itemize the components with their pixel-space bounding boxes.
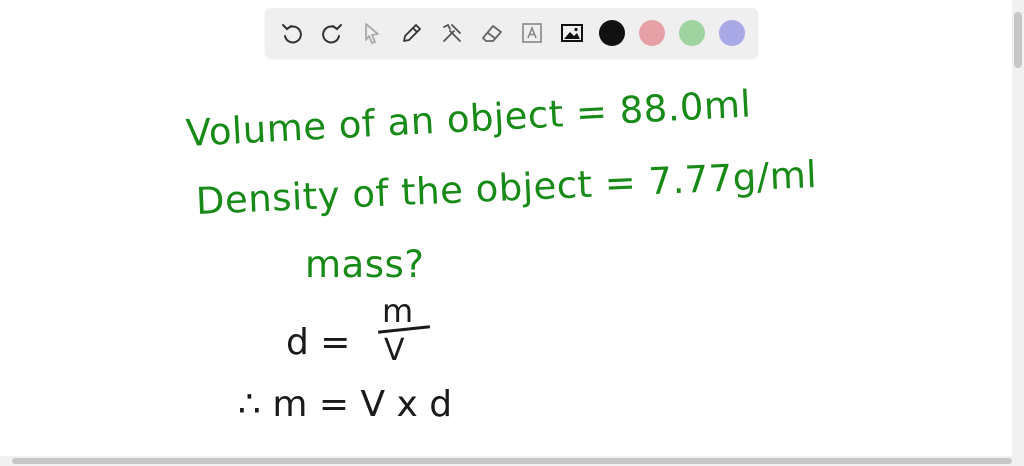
text-icon[interactable] [519, 20, 545, 46]
fraction-denominator: V [384, 333, 405, 368]
select-icon[interactable] [359, 20, 385, 46]
color-swatch-pink[interactable] [639, 20, 665, 46]
vertical-scrollbar[interactable] [1012, 0, 1024, 456]
fraction-numerator: m [382, 292, 414, 330]
pen-icon[interactable] [399, 20, 425, 46]
color-swatch-green[interactable] [679, 20, 705, 46]
color-swatch-black[interactable] [599, 20, 625, 46]
horizontal-scrollbar[interactable] [0, 456, 1024, 466]
horizontal-scroll-thumb[interactable] [12, 458, 1012, 464]
mass-question: mass? [305, 243, 425, 286]
mass-formula: ∴ m = V x d [238, 384, 453, 425]
redo-icon[interactable] [319, 20, 345, 46]
color-swatch-lavender[interactable] [719, 20, 745, 46]
drawing-toolbar [265, 8, 758, 58]
tools-icon[interactable] [439, 20, 465, 46]
image-icon[interactable] [559, 20, 585, 46]
undo-icon[interactable] [279, 20, 305, 46]
vertical-scroll-thumb[interactable] [1014, 12, 1022, 68]
density-formula-lhs: d = [286, 322, 351, 363]
eraser-icon[interactable] [479, 20, 505, 46]
